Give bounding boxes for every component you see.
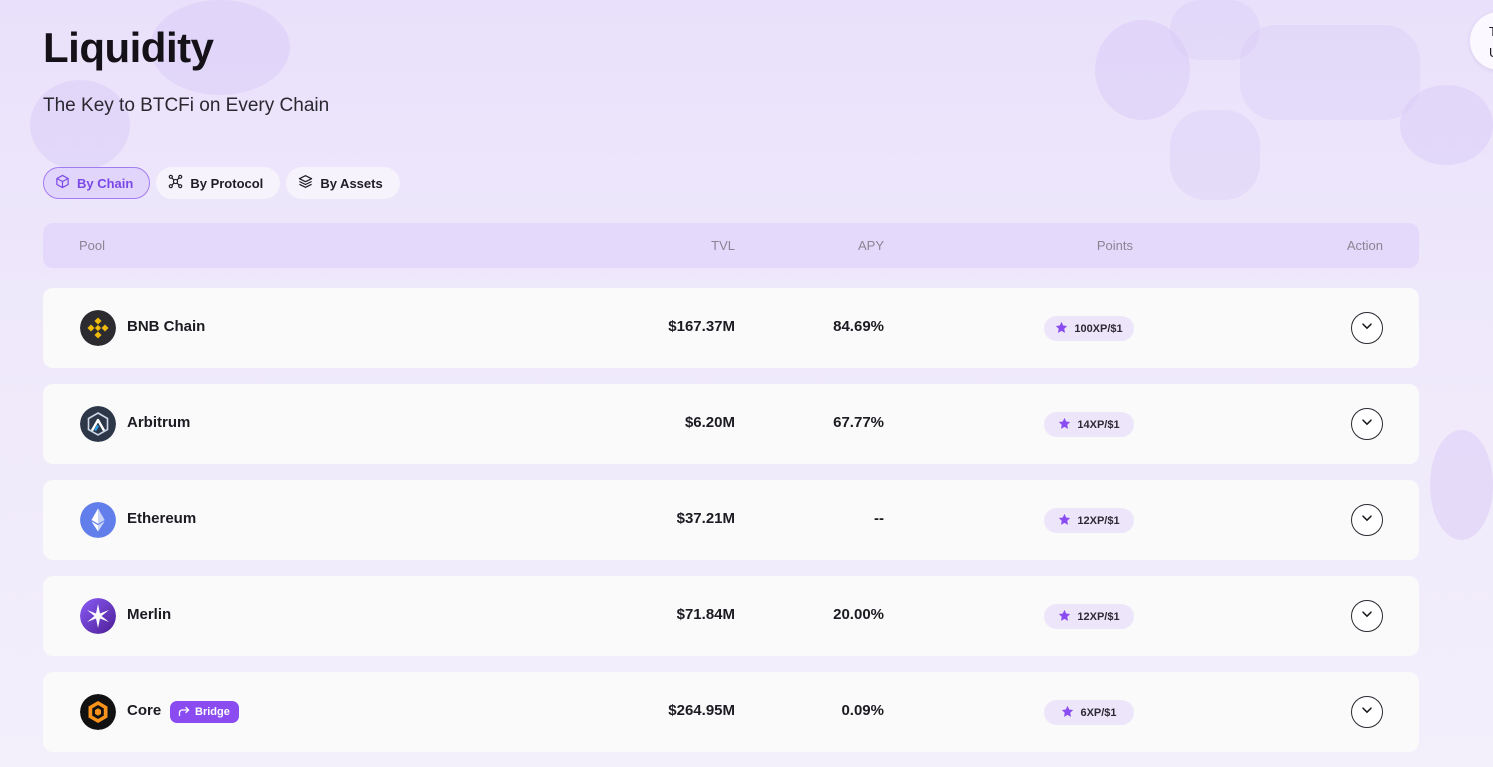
tab-by-protocol[interactable]: By Protocol xyxy=(156,167,281,199)
pool-apy: 0.09% xyxy=(841,702,884,719)
points-value: 6XP/$1 xyxy=(1080,706,1117,719)
background-blob xyxy=(1400,85,1493,165)
merlin-logo xyxy=(80,598,116,634)
chevron-down-icon xyxy=(1360,607,1374,626)
star-icon xyxy=(1058,609,1071,625)
chevron-down-icon xyxy=(1360,703,1374,722)
star-icon xyxy=(1055,321,1068,337)
star-icon xyxy=(1061,705,1074,721)
points-value: 12XP/$1 xyxy=(1077,514,1120,527)
background-blob xyxy=(30,80,130,170)
pool-name: Core xyxy=(127,702,162,719)
points-badge: 14XP/$1 xyxy=(1044,412,1134,437)
table-header: Pool TVL APY Points Action xyxy=(43,223,1419,268)
tab-label: By Protocol xyxy=(190,175,264,191)
points-badge: 12XP/$1 xyxy=(1044,508,1134,533)
corner-widget[interactable]: T U xyxy=(1470,12,1493,70)
corner-widget-line1: T xyxy=(1489,24,1493,39)
background-blob xyxy=(1170,110,1260,200)
points-value: 12XP/$1 xyxy=(1077,610,1120,623)
column-header-tvl: TVL xyxy=(711,238,735,253)
column-header-apy: APY xyxy=(857,238,884,253)
bnb-chain-logo xyxy=(80,310,116,346)
page-title: Liquidity xyxy=(43,24,214,71)
tab-label: By Assets xyxy=(320,175,383,191)
pool-tvl: $71.84M xyxy=(676,606,735,623)
pool-apy: 20.00% xyxy=(833,606,884,623)
pool-name: Merlin xyxy=(127,606,172,623)
chevron-down-icon xyxy=(1360,319,1374,338)
points-value: 14XP/$1 xyxy=(1077,418,1120,431)
pool-tvl: $6.20M xyxy=(684,414,735,431)
tab-by-assets[interactable]: By Assets xyxy=(286,167,400,199)
pool-tvl: $167.37M xyxy=(668,318,735,335)
pool-apy: -- xyxy=(874,510,884,527)
bridge-arrow-icon xyxy=(178,705,190,720)
corner-widget-line2: U xyxy=(1489,42,1493,63)
points-value: 100XP/$1 xyxy=(1074,322,1123,335)
points-badge: 12XP/$1 xyxy=(1044,604,1134,629)
pool-tvl: $37.21M xyxy=(676,510,735,527)
star-icon xyxy=(1058,417,1071,433)
background-blob xyxy=(1430,430,1493,540)
pool-row-ethereum[interactable]: Ethereum $37.21M -- 12XP/$1 xyxy=(43,480,1419,560)
pool-row-bnb-chain[interactable]: BNB Chain $167.37M 84.69% 100XP/$1 xyxy=(43,288,1419,368)
core-logo xyxy=(80,694,116,730)
network-icon xyxy=(168,174,183,192)
column-header-pool: Pool xyxy=(79,238,106,253)
ethereum-logo xyxy=(80,502,116,538)
pool-apy: 67.77% xyxy=(833,414,884,431)
tab-label: By Chain xyxy=(77,175,134,191)
cube-icon xyxy=(55,174,70,192)
page-subtitle: The Key to BTCFi on Every Chain xyxy=(43,95,330,116)
star-icon xyxy=(1058,513,1071,529)
points-badge: 6XP/$1 xyxy=(1044,700,1134,725)
background-blob xyxy=(1240,25,1420,120)
expand-row-button[interactable] xyxy=(1351,312,1383,344)
pool-name: BNB Chain xyxy=(127,318,206,335)
bridge-tag-label: Bridge xyxy=(195,706,230,718)
expand-row-button[interactable] xyxy=(1351,504,1383,536)
chevron-down-icon xyxy=(1360,511,1374,530)
pool-name: Ethereum xyxy=(127,510,197,527)
pool-row-arbitrum[interactable]: Arbitrum $6.20M 67.77% 14XP/$1 xyxy=(43,384,1419,464)
pool-apy: 84.69% xyxy=(833,318,884,335)
bridge-tag[interactable]: Bridge xyxy=(170,701,239,723)
view-tabs: By Chain By Protocol By Assets xyxy=(43,167,400,199)
arbitrum-logo xyxy=(80,406,116,442)
expand-row-button[interactable] xyxy=(1351,696,1383,728)
column-header-points: Points xyxy=(1096,238,1133,253)
tab-by-chain[interactable]: By Chain xyxy=(43,167,151,199)
expand-row-button[interactable] xyxy=(1351,408,1383,440)
layers-icon xyxy=(298,174,313,192)
pool-tvl: $264.95M xyxy=(668,702,735,719)
pool-row-merlin[interactable]: Merlin $71.84M 20.00% 12XP/$1 xyxy=(43,576,1419,656)
pool-row-core[interactable]: Core Bridge $264.95M 0.09% 6XP/$1 xyxy=(43,672,1419,752)
pool-name: Arbitrum xyxy=(127,414,191,431)
column-header-action: Action xyxy=(1346,238,1383,253)
chevron-down-icon xyxy=(1360,415,1374,434)
points-badge: 100XP/$1 xyxy=(1044,316,1134,341)
expand-row-button[interactable] xyxy=(1351,600,1383,632)
